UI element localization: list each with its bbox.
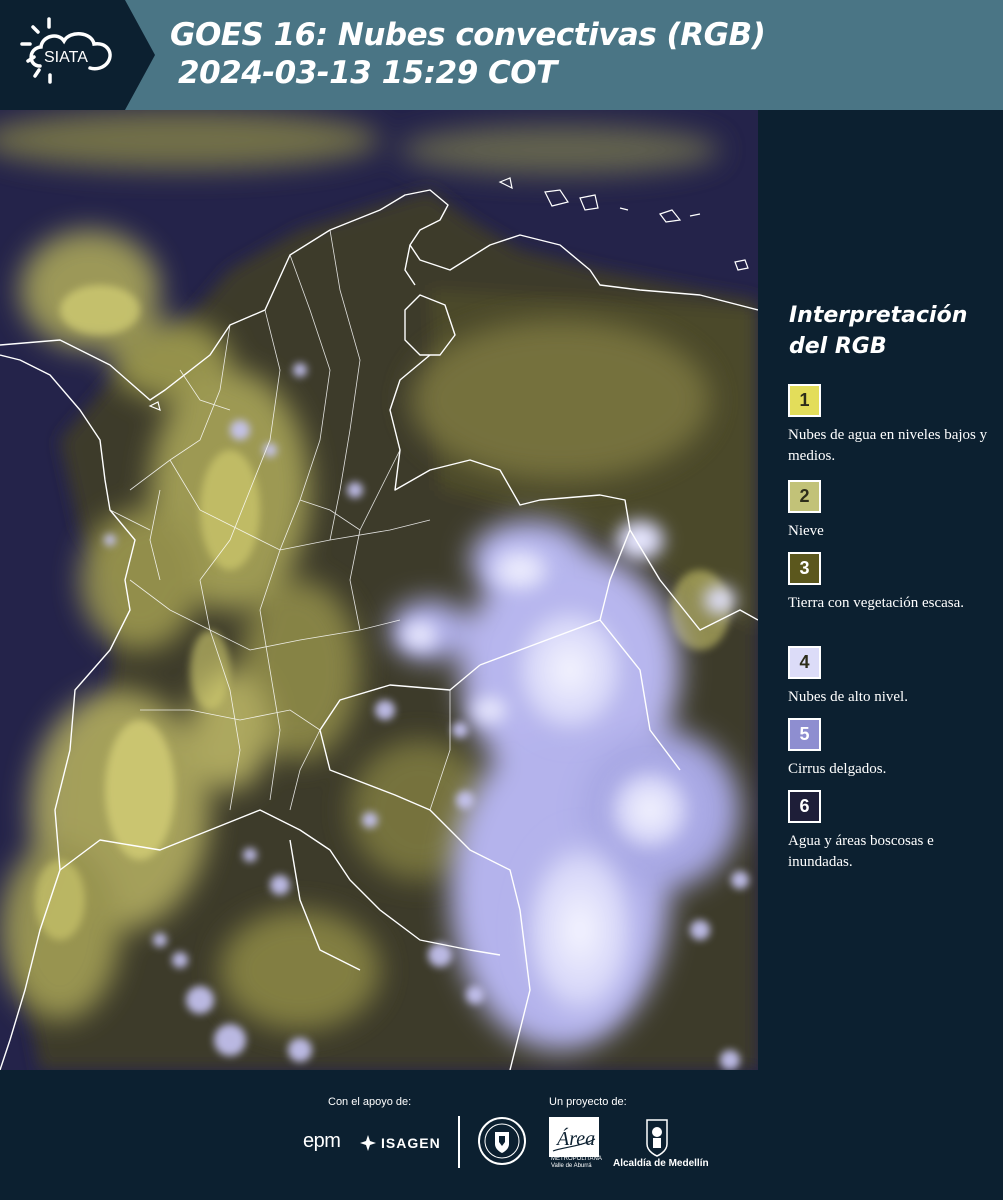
legend-label-5: Cirrus delgados. — [788, 761, 887, 777]
legend-swatch-6: 6 — [788, 790, 821, 823]
legend-label-6: Agua y áreas boscosas e inundadas. — [788, 833, 934, 870]
page-title: GOES 16: Nubes convectivas (RGB) — [170, 17, 766, 53]
epm-logo: epm — [303, 1130, 341, 1152]
legend-item-2: 2 Nieve — [788, 480, 998, 542]
legend-label-2: Nieve — [788, 523, 824, 539]
project-label: Un proyecto de: — [549, 1096, 627, 1108]
legend-title: Interpretación del RGB — [789, 303, 968, 359]
svg-text:Área: Área — [555, 1127, 595, 1150]
footer: Con el apoyo de: Un proyecto de: epm ISA… — [0, 1070, 1003, 1200]
satellite-map — [0, 110, 758, 1070]
legend-swatch-3: 3 — [788, 552, 821, 585]
legend-item-3: 3 Tierra con vegetación escasa. — [788, 552, 998, 614]
footer-divider — [458, 1116, 460, 1168]
legend-item-6: 6 Agua y áreas boscosas e inundadas. — [788, 790, 998, 873]
header-bar: SIATA GOES 16: Nubes convectivas (RGB) 2… — [0, 0, 1003, 110]
legend-label-4: Nubes de alto nivel. — [788, 689, 908, 705]
legend-panel: Interpretación del RGB 1 Nubes de agua e… — [762, 110, 1003, 1070]
legend-item-1: 1 Nubes de agua en niveles bajos y medio… — [788, 384, 998, 467]
alcaldia-crest-icon — [613, 1118, 701, 1162]
legend-label-3: Tierra con vegetación escasa. — [788, 595, 965, 611]
legend-swatch-2: 2 — [788, 480, 821, 513]
legend-item-5: 5 Cirrus delgados. — [788, 718, 998, 780]
legend-item-4: 4 Nubes de alto nivel. — [788, 646, 998, 708]
timestamp: 2024-03-13 15:29 COT — [178, 55, 557, 91]
alcaldia-text: Alcaldía de Medellín — [613, 1158, 709, 1169]
area-metropolitana-subtitle: METROPOLITANA Valle de Aburrá — [551, 1156, 602, 1169]
legend-swatch-4: 4 — [788, 646, 821, 679]
isagen-logo: ISAGEN — [359, 1130, 441, 1156]
isagen-icon — [360, 1135, 376, 1151]
legend-label-1: Nubes de agua en niveles bajos y medios. — [788, 427, 988, 464]
siata-logo: SIATA — [0, 0, 155, 110]
support-label: Con el apoyo de: — [328, 1096, 412, 1108]
siata-logo-text: SIATA — [44, 49, 88, 66]
medellin-seal-icon — [477, 1116, 527, 1170]
legend-swatch-5: 5 — [788, 718, 821, 751]
legend-swatch-1: 1 — [788, 384, 821, 417]
